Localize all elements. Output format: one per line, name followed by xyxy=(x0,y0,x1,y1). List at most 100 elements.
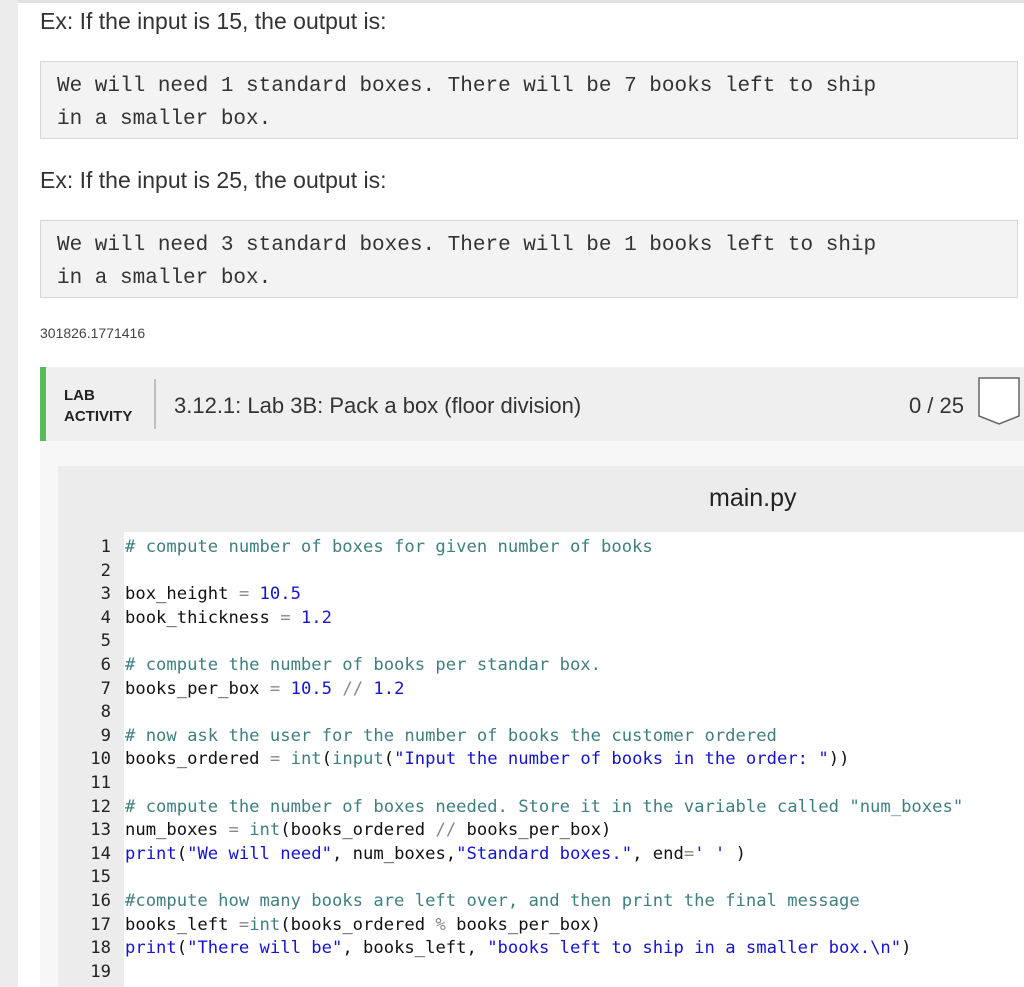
code-token: ) xyxy=(901,938,912,959)
code-token: int xyxy=(249,914,281,935)
code-token: "There will be" xyxy=(187,938,343,959)
code-token: 1.2 xyxy=(373,678,405,699)
code-token: // xyxy=(342,678,364,699)
code-lines[interactable]: 1 # compute number of boxes for given num… xyxy=(58,536,1024,987)
code-line[interactable]: 10 books_ordered = int(input("Input the n… xyxy=(58,748,1024,772)
line-number: 5 xyxy=(100,631,111,652)
code-line[interactable]: 6 # compute the number of books per stand… xyxy=(58,654,1024,678)
code-token: // xyxy=(435,820,457,841)
line-number: 14 xyxy=(90,843,111,864)
code-line[interactable]: 13 num_boxes = int(books_ordered // books… xyxy=(58,819,1024,843)
line-number: 4 xyxy=(100,607,111,628)
code-token: # compute the number of books per standa… xyxy=(125,654,601,675)
line-number: 13 xyxy=(90,820,111,841)
code-token: book_thickness xyxy=(125,607,281,628)
code-token: = xyxy=(683,843,695,864)
example-2-label: Ex: If the input is 25, the output is: xyxy=(40,167,387,193)
lab-header: LAB ACTIVITY 3.12.1: Lab 3B: Pack a box … xyxy=(40,367,1024,441)
code-text: print("There will be", books_left, "book… xyxy=(125,937,911,961)
code-token: ( xyxy=(176,938,188,959)
line-number: 8 xyxy=(100,702,111,723)
code-line[interactable]: 3 box_height = 10.5 xyxy=(58,583,1024,607)
code-line[interactable]: 18 print("There will be", books_left, "bo… xyxy=(58,937,1024,961)
line-number: 2 xyxy=(100,560,111,581)
code-text: # compute the number of boxes needed. St… xyxy=(125,796,963,820)
code-token: ) xyxy=(725,843,746,864)
line-number: 1 xyxy=(100,537,111,557)
line-number: 6 xyxy=(100,654,111,675)
code-token: , end xyxy=(632,843,684,864)
line-number: 10 xyxy=(90,749,111,770)
example-1-label: Ex: If the input is 15, the output is: xyxy=(40,8,387,34)
line-number: 19 xyxy=(90,961,111,982)
code-token: = xyxy=(238,914,250,935)
code-token: (books_ordered xyxy=(280,914,436,935)
code-token: (books_ordered xyxy=(280,820,436,841)
code-token: "Standard boxes." xyxy=(456,843,633,864)
score-completion-icon xyxy=(977,376,1021,426)
code-line[interactable]: 14 print("We will need", num_boxes,"Stand… xyxy=(58,843,1024,867)
code-line[interactable]: 8 xyxy=(58,701,1024,725)
code-token: ( xyxy=(383,749,395,770)
example-1-output-line-1: We will need 1 standard boxes. There wil… xyxy=(57,75,877,98)
line-number: 11 xyxy=(90,772,111,793)
code-token: int xyxy=(249,820,281,841)
code-text: print("We will need", num_boxes,"Standar… xyxy=(125,843,746,867)
code-line[interactable]: 5 xyxy=(58,630,1024,654)
code-token: books_left xyxy=(125,914,239,935)
code-line[interactable]: 1 # compute number of boxes for given num… xyxy=(58,536,1024,560)
lab-score: 0 / 25 xyxy=(908,393,964,418)
code-text: # compute number of boxes for given numb… xyxy=(125,536,653,560)
lab-tag-line-2: ACTIVITY xyxy=(64,408,133,425)
code-token: books_per_box xyxy=(125,678,270,699)
code-line[interactable]: 19 xyxy=(58,961,1024,985)
code-line[interactable]: 16 #compute how many books are left over,… xyxy=(58,890,1024,914)
code-token: books_ordered xyxy=(125,749,270,770)
code-editor[interactable]: main.py 1 # compute number of boxes for g… xyxy=(58,466,1024,987)
lab-id: 301826.1771416 xyxy=(40,325,146,341)
code-token: = xyxy=(238,584,250,605)
lab-title: 3.12.1: Lab 3B: Pack a box (floor divisi… xyxy=(174,393,582,418)
example-1-output: We will need 1 standard boxes. There wil… xyxy=(40,61,1018,139)
code-token: # now ask the user for the number of boo… xyxy=(125,725,777,746)
code-token: "Input the number of books in the order:… xyxy=(394,749,829,770)
line-number: 3 xyxy=(100,584,111,605)
code-token: = xyxy=(280,607,291,628)
code-token: num_boxes xyxy=(125,820,229,841)
example-2-output: We will need 3 standard boxes. There wil… xyxy=(40,220,1018,298)
code-line[interactable]: 9 # now ask the user for the number of bo… xyxy=(58,725,1024,749)
code-line[interactable]: 2 xyxy=(58,560,1024,584)
code-text: book_thickness = 1.2 xyxy=(125,607,332,631)
lab-tag-line-1: LAB xyxy=(64,387,95,404)
editor-header: main.py xyxy=(58,466,1024,532)
code-line[interactable]: 15 xyxy=(58,866,1024,890)
code-token: books_per_box) xyxy=(445,914,602,935)
divider xyxy=(18,0,1024,3)
code-line[interactable]: 12 # compute the number of boxes needed. … xyxy=(58,796,1024,820)
code-line[interactable]: 11 xyxy=(58,772,1024,796)
example-1-output-line-2: in a smaller box. xyxy=(57,108,272,131)
code-token: #compute how many books are left over, a… xyxy=(125,890,860,911)
line-number: 9 xyxy=(100,725,111,746)
code-text: # compute the number of books per standa… xyxy=(125,654,601,678)
page: Ex: If the input is 15, the output is: W… xyxy=(18,0,1024,987)
code-token: 10.5 xyxy=(290,678,332,699)
editor-container: main.py 1 # compute number of boxes for g… xyxy=(40,441,1024,987)
lab-activity-tag: LAB ACTIVITY xyxy=(64,385,132,427)
file-name[interactable]: main.py xyxy=(709,484,797,513)
code-token: print xyxy=(125,938,177,959)
code-text: num_boxes = int(books_ordered // books_p… xyxy=(125,819,611,843)
code-token: = xyxy=(269,678,281,699)
code-line[interactable]: 7 books_per_box = 10.5 // 1.2 xyxy=(58,678,1024,702)
code-line[interactable]: 17 books_left =int(books_ordered % books_… xyxy=(58,914,1024,938)
code-token: % xyxy=(435,914,446,935)
line-number: 12 xyxy=(90,796,111,817)
code-line[interactable]: 4 book_thickness = 1.2 xyxy=(58,607,1024,631)
code-token: 1.2 xyxy=(300,607,332,628)
code-token: print xyxy=(125,843,177,864)
